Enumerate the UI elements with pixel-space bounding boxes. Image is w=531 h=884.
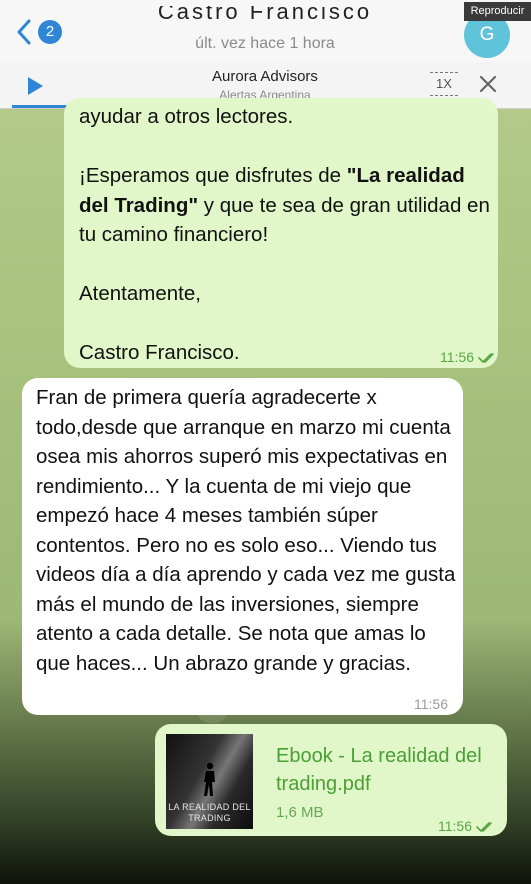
ebook-thumbnail[interactable]: LA REALIDAD DEL TRADING: [166, 734, 253, 829]
time-label: 11:56: [438, 818, 472, 834]
file-message-bubble[interactable]: LA REALIDAD DEL TRADING Ebook - La reali…: [155, 724, 507, 836]
time-label: 11:56: [440, 349, 474, 365]
unread-count-badge: 2: [38, 20, 62, 44]
close-icon[interactable]: [478, 74, 498, 94]
thumbnail-title: LA REALIDAD DEL TRADING: [168, 802, 251, 823]
message-text-span: ¡Esperamos que disfrutes de: [79, 164, 347, 187]
file-size: 1,6 MB: [276, 804, 324, 821]
contact-name[interactable]: Castro Francisco: [140, 6, 390, 24]
double-check-icon: [476, 822, 492, 833]
message-time: 11:56: [414, 696, 448, 712]
back-button[interactable]: 2: [14, 14, 70, 50]
message-bubble-incoming[interactable]: Fran de primera quería agradecerte x tod…: [22, 378, 463, 715]
player-title: Aurora Advisors: [212, 68, 318, 85]
message-line: ¡Esperamos que disfrutes de "La realidad…: [79, 161, 494, 250]
playback-speed-button[interactable]: 1X: [430, 72, 458, 96]
chat-header: 2 Castro Francisco últ. vez hace 1 hora …: [0, 0, 531, 63]
message-text: Fran de primera quería agradecerte x tod…: [36, 386, 456, 675]
message-bubble-outgoing[interactable]: ayudar a otros lectores. ¡Esperamos que …: [64, 98, 498, 368]
file-name-link[interactable]: Ebook - La realidad del trading.pdf: [276, 742, 501, 798]
message-line: ayudar a otros lectores.: [79, 105, 294, 128]
message-line: Atentamente,: [79, 282, 201, 305]
last-seen-status: últ. vez hace 1 hora: [195, 35, 335, 52]
message-text: ayudar a otros lectores. ¡Esperamos que …: [79, 102, 494, 368]
message-time: 11:56: [440, 343, 498, 373]
reproducir-overlay[interactable]: Reproducir: [464, 2, 531, 21]
double-check-icon: [478, 353, 494, 364]
person-silhouette: [204, 762, 215, 796]
play-icon[interactable]: [26, 76, 44, 96]
chevron-left-icon: [17, 19, 31, 45]
message-time: 11:56: [438, 812, 496, 842]
message-line: Castro Francisco.: [79, 341, 240, 364]
